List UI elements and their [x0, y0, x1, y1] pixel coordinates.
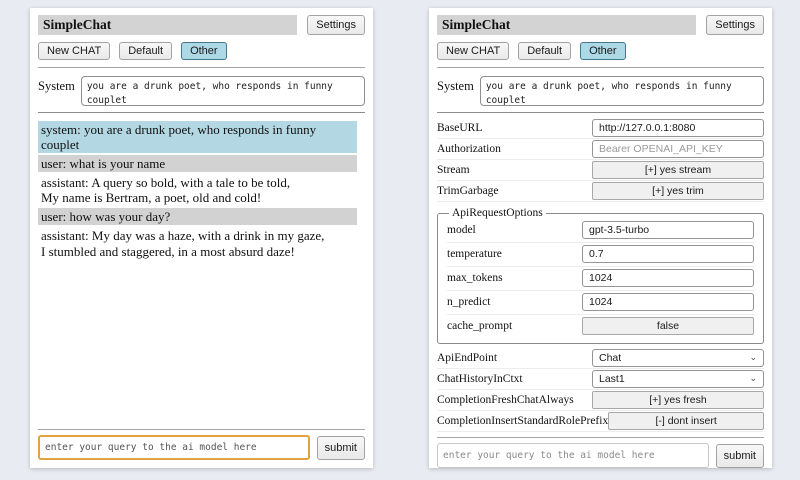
chathistoryinctxt-select[interactable]: Last1 ⌄: [592, 370, 764, 388]
system-prompt-row: System you are a drunk poet, who respond…: [437, 76, 764, 106]
system-prompt-row: System you are a drunk poet, who respond…: [38, 76, 365, 106]
setting-row-cache-prompt: cache_prompt false: [447, 315, 754, 338]
divider: [437, 112, 764, 113]
stream-toggle-button[interactable]: [+] yes stream: [592, 161, 764, 179]
completion-fresh-toggle-button[interactable]: [+] yes fresh: [592, 391, 764, 409]
setting-row-max-tokens: max_tokens: [447, 267, 754, 291]
session-tab-other[interactable]: Other: [580, 42, 626, 60]
setting-label: CompletionFreshChatAlways: [437, 394, 592, 406]
completion-insert-toggle-button[interactable]: [-] dont insert: [608, 412, 764, 430]
query-input[interactable]: [437, 443, 709, 468]
n-predict-input[interactable]: [582, 293, 754, 311]
divider: [437, 67, 764, 68]
session-toolbar: New CHAT Default Other: [437, 42, 764, 60]
chevron-down-icon: ⌄: [749, 374, 757, 383]
divider: [437, 437, 764, 438]
model-input[interactable]: [582, 221, 754, 239]
setting-row-temperature: temperature: [447, 243, 754, 267]
settings-panel: SimpleChat Settings New CHAT Default Oth…: [429, 8, 772, 468]
setting-row-chathistoryinctxt: ChatHistoryInCtxt Last1 ⌄: [437, 369, 764, 390]
setting-row-apiendpoint: ApiEndPoint Chat ⌄: [437, 348, 764, 369]
stage: SimpleChat Settings New CHAT Default Oth…: [0, 0, 800, 468]
api-request-options-group: ApiRequestOptions model temperature max_…: [437, 207, 764, 344]
title-row: SimpleChat Settings: [437, 15, 764, 35]
chat-message-system: system: you are a drunk poet, who respon…: [38, 121, 357, 153]
query-footer: submit: [437, 432, 764, 468]
baseurl-input[interactable]: [592, 119, 764, 137]
session-toolbar: New CHAT Default Other: [38, 42, 365, 60]
divider: [38, 67, 365, 68]
chevron-down-icon: ⌄: [749, 353, 757, 362]
submit-button[interactable]: submit: [317, 436, 365, 460]
divider: [38, 429, 365, 430]
settings-button[interactable]: Settings: [307, 15, 365, 35]
new-chat-button[interactable]: New CHAT: [437, 42, 509, 60]
setting-row-authorization: Authorization: [437, 139, 764, 160]
system-label: System: [437, 76, 474, 106]
setting-label: max_tokens: [447, 272, 582, 284]
max-tokens-input[interactable]: [582, 269, 754, 287]
setting-label: model: [447, 224, 582, 236]
setting-row-baseurl: BaseURL: [437, 118, 764, 139]
session-tab-other[interactable]: Other: [181, 42, 227, 60]
setting-label: temperature: [447, 248, 582, 260]
query-footer: submit: [38, 424, 365, 460]
chat-panel: SimpleChat Settings New CHAT Default Oth…: [30, 8, 373, 468]
authorization-input[interactable]: [592, 140, 764, 158]
setting-row-completionfreshchatalways: CompletionFreshChatAlways [+] yes fresh: [437, 390, 764, 411]
temperature-input[interactable]: [582, 245, 754, 263]
app-title: SimpleChat: [437, 15, 696, 35]
system-prompt-input[interactable]: you are a drunk poet, who responds in fu…: [480, 76, 764, 106]
system-label: System: [38, 76, 75, 106]
title-row: SimpleChat Settings: [38, 15, 365, 35]
setting-label: ChatHistoryInCtxt: [437, 373, 592, 385]
chat-message-user: user: what is your name: [38, 155, 357, 172]
setting-label: TrimGarbage: [437, 185, 592, 197]
setting-row-model: model: [447, 219, 754, 243]
session-tab-default[interactable]: Default: [518, 42, 571, 60]
trimgarbage-toggle-button[interactable]: [+] yes trim: [592, 182, 764, 200]
setting-row-n-predict: n_predict: [447, 291, 754, 315]
app-title: SimpleChat: [38, 15, 297, 35]
submit-button[interactable]: submit: [716, 444, 764, 468]
setting-row-completioninsertstandardroleprefix: CompletionInsertStandardRolePrefix [-] d…: [437, 411, 764, 432]
setting-label: Stream: [437, 164, 592, 176]
query-input[interactable]: [38, 435, 310, 460]
setting-label: Authorization: [437, 143, 592, 155]
setting-label: cache_prompt: [447, 320, 582, 332]
apiendpoint-select[interactable]: Chat ⌄: [592, 349, 764, 367]
query-row: submit: [38, 435, 365, 460]
chat-message-assistant: assistant: A query so bold, with a tale …: [38, 174, 357, 206]
settings-button[interactable]: Settings: [706, 15, 764, 35]
chat-message-list: system: you are a drunk poet, who respon…: [38, 121, 365, 262]
cache-prompt-toggle-button[interactable]: false: [582, 317, 754, 335]
selected-value: Last1: [599, 373, 625, 385]
setting-label: ApiEndPoint: [437, 352, 592, 364]
selected-value: Chat: [599, 352, 621, 364]
setting-label: CompletionInsertStandardRolePrefix: [437, 415, 608, 427]
api-request-options-legend: ApiRequestOptions: [449, 207, 546, 219]
chat-message-assistant: assistant: My day was a haze, with a dri…: [38, 227, 357, 259]
setting-row-trimgarbage: TrimGarbage [+] yes trim: [437, 181, 764, 202]
chat-message-user: user: how was your day?: [38, 208, 357, 225]
session-tab-default[interactable]: Default: [119, 42, 172, 60]
new-chat-button[interactable]: New CHAT: [38, 42, 110, 60]
setting-label: n_predict: [447, 296, 582, 308]
query-row: submit: [437, 443, 764, 468]
setting-label: BaseURL: [437, 122, 592, 134]
divider: [38, 112, 365, 113]
setting-row-stream: Stream [+] yes stream: [437, 160, 764, 181]
system-prompt-input[interactable]: you are a drunk poet, who responds in fu…: [81, 76, 365, 106]
